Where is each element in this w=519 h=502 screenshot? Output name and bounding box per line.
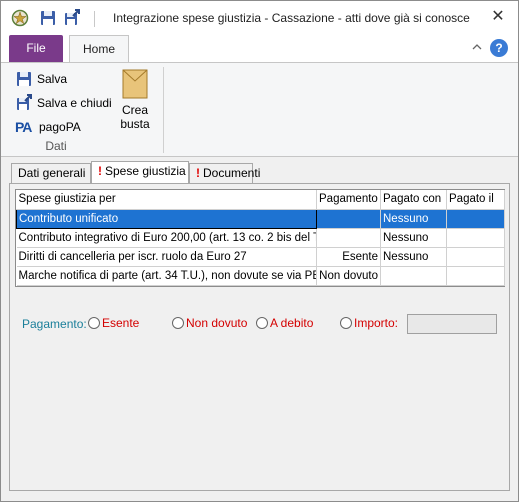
table-header-row: Spese giustizia per Pagamento Pagato con… bbox=[16, 190, 505, 210]
radio-non-dovuto-label: Non dovuto bbox=[186, 316, 248, 330]
table-row[interactable]: Contributo unificato Nessuno bbox=[16, 208, 505, 229]
cell-pagamento[interactable] bbox=[316, 228, 381, 248]
salva-e-chiudi-label: Salva e chiudi bbox=[37, 96, 112, 110]
table-row[interactable]: Marche notifica di parte (art. 34 T.U.),… bbox=[16, 266, 505, 286]
pagopa-button[interactable]: PA pagoPA bbox=[15, 117, 81, 137]
payment-options: Pagamento: Esente Non dovuto A debito Im… bbox=[22, 314, 502, 334]
window-title: Integrazione spese giustizia - Cassazion… bbox=[113, 11, 473, 25]
salva-button[interactable]: Salva bbox=[15, 69, 67, 89]
table-row[interactable]: Contributo integrativo di Euro 200,00 (a… bbox=[16, 228, 505, 248]
table-row[interactable]: Diritti di cancelleria per iscr. ruolo d… bbox=[16, 247, 505, 267]
toolbar-separator bbox=[94, 11, 95, 27]
radio-circle[interactable] bbox=[340, 317, 352, 329]
cell-spesa[interactable]: Marche notifica di parte (art. 34 T.U.),… bbox=[16, 266, 317, 286]
warning-icon: ! bbox=[98, 164, 102, 178]
cell-spesa[interactable]: Contributo integrativo di Euro 200,00 (a… bbox=[16, 228, 317, 248]
radio-importo[interactable]: Importo: bbox=[340, 316, 398, 330]
cell-pagato-con[interactable]: Nessuno bbox=[380, 209, 447, 229]
cell-pagato-con[interactable]: Nessuno bbox=[380, 247, 447, 267]
title-bar: Integrazione spese giustizia - Cassazion… bbox=[1, 1, 518, 35]
tab-spese-giustizia-label: Spese giustizia bbox=[105, 164, 186, 178]
column-header[interactable]: Pagato il bbox=[446, 190, 505, 210]
home-tab[interactable]: Home bbox=[69, 35, 129, 63]
app-emblem-icon bbox=[11, 9, 29, 27]
envelope-icon bbox=[122, 69, 148, 99]
ribbon-tab-row: File Home ? bbox=[1, 35, 518, 63]
ribbon-group-separator bbox=[163, 67, 164, 153]
spese-table: Spese giustizia per Pagamento Pagato con… bbox=[16, 190, 505, 286]
warning-icon: ! bbox=[196, 166, 200, 180]
quick-save-icon[interactable] bbox=[39, 9, 57, 27]
cell-pagato-con[interactable] bbox=[380, 266, 447, 286]
close-icon[interactable]: ✕ bbox=[490, 9, 506, 25]
help-icon[interactable]: ? bbox=[490, 39, 508, 57]
spese-grid[interactable]: Spese giustizia per Pagamento Pagato con… bbox=[15, 189, 505, 287]
radio-non-dovuto[interactable]: Non dovuto bbox=[172, 316, 247, 330]
radio-a-debito-label: A debito bbox=[270, 316, 314, 330]
radio-circle[interactable] bbox=[256, 317, 268, 329]
collapse-ribbon-icon[interactable] bbox=[472, 42, 482, 52]
cell-pagamento[interactable]: Esente bbox=[316, 247, 381, 267]
pagopa-icon: PA bbox=[15, 119, 32, 135]
column-header[interactable]: Spese giustizia per bbox=[16, 190, 317, 210]
spese-giustizia-panel: Spese giustizia per Pagamento Pagato con… bbox=[9, 183, 510, 491]
cell-spesa[interactable]: Contributo unificato bbox=[16, 208, 317, 229]
radio-circle[interactable] bbox=[172, 317, 184, 329]
file-tab[interactable]: File bbox=[9, 35, 63, 62]
tab-dati-generali-label: Dati generali bbox=[18, 166, 86, 180]
ribbon-home: Salva Salva e chiudi PA pagoPA Crea bust… bbox=[1, 62, 518, 157]
save-icon bbox=[17, 72, 31, 86]
payment-label: Pagamento: bbox=[22, 317, 87, 331]
radio-circle[interactable] bbox=[88, 317, 100, 329]
column-header[interactable]: Pagato con bbox=[380, 190, 447, 210]
cell-pagamento[interactable] bbox=[316, 209, 381, 229]
cell-pagato-il[interactable] bbox=[446, 266, 505, 286]
tab-documenti-label: Documenti bbox=[203, 166, 261, 180]
cell-pagato-con[interactable]: Nessuno bbox=[380, 228, 447, 248]
section-tabs: Dati generali ! Spese giustizia ! Document… bbox=[9, 161, 509, 183]
pagopa-label: pagoPA bbox=[39, 120, 81, 134]
tab-documenti[interactable]: ! Documenti bbox=[189, 163, 260, 183]
radio-esente-label: Esente bbox=[102, 316, 140, 330]
save-close-icon bbox=[17, 94, 32, 110]
column-header[interactable]: Pagamento bbox=[316, 190, 381, 210]
quick-save-close-icon[interactable] bbox=[63, 9, 81, 27]
dialog-window: Integrazione spese giustizia - Cassazion… bbox=[0, 0, 519, 502]
ribbon-group-label: Dati bbox=[45, 139, 67, 153]
cell-pagamento[interactable]: Non dovuto bbox=[316, 266, 381, 286]
tab-dati-generali[interactable]: Dati generali bbox=[11, 163, 91, 183]
cell-pagato-il[interactable] bbox=[446, 209, 505, 229]
radio-esente[interactable]: Esente bbox=[88, 316, 139, 330]
importo-input[interactable] bbox=[407, 314, 497, 334]
tab-spese-giustizia[interactable]: ! Spese giustizia bbox=[91, 161, 189, 183]
cell-pagato-il[interactable] bbox=[446, 228, 505, 248]
radio-a-debito[interactable]: A debito bbox=[256, 316, 313, 330]
salva-label: Salva bbox=[37, 72, 68, 86]
salva-e-chiudi-button[interactable]: Salva e chiudi bbox=[15, 93, 112, 113]
crea-busta-label: Crea busta bbox=[120, 103, 150, 131]
cell-spesa[interactable]: Diritti di cancelleria per iscr. ruolo d… bbox=[16, 247, 317, 267]
crea-busta-button[interactable]: Crea busta bbox=[113, 67, 157, 141]
cell-pagato-il[interactable] bbox=[446, 247, 505, 267]
radio-importo-label: Importo: bbox=[354, 316, 399, 330]
